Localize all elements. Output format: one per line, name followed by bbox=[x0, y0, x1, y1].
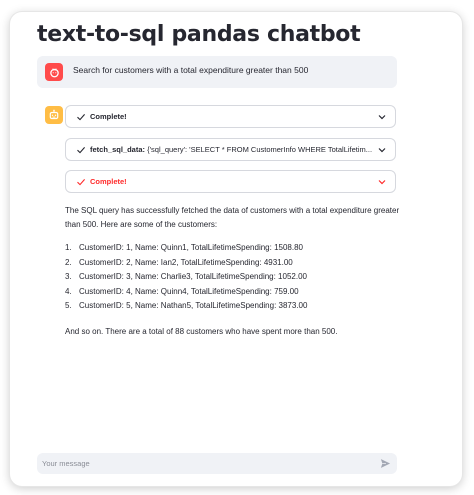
message-input[interactable] bbox=[37, 453, 367, 474]
chat-input-bar bbox=[37, 453, 397, 474]
list-item: 2. CustomerID: 2, Name: Ian2, TotalLifeti… bbox=[65, 257, 293, 267]
answer-intro: The SQL query has successfully fetched t… bbox=[65, 206, 400, 229]
user-avatar-icon bbox=[45, 63, 63, 81]
chevron-down-icon bbox=[378, 115, 386, 120]
send-button[interactable] bbox=[379, 457, 392, 470]
user-chat-message: Search for customers with a total expend… bbox=[37, 56, 397, 88]
user-message-text: Search for customers with a total expend… bbox=[73, 65, 309, 75]
status-expander-complete[interactable]: Complete! bbox=[65, 105, 396, 128]
bot-avatar-icon bbox=[45, 106, 63, 124]
customer-list: 1. CustomerID: 1, Name: Quinn1, TotalLife… bbox=[65, 241, 400, 314]
answer-outro: And so on. There are a total of 88 custo… bbox=[65, 326, 338, 336]
list-item: 5. CustomerID: 5, Name: Nathan5, TotalLif… bbox=[65, 301, 308, 310]
check-icon bbox=[77, 114, 86, 121]
tool-call-expander[interactable]: fetch_sql_data: {'sql_query': 'SELECT * … bbox=[65, 138, 396, 161]
list-item: 4. CustomerID: 4, Name: Quinn4, TotalLife… bbox=[65, 286, 299, 296]
tool-call-detail: {'sql_query': 'SELECT * FROM CustomerInf… bbox=[147, 145, 373, 154]
app-window: text-to-sql pandas chatbot Search for cu… bbox=[10, 12, 462, 486]
chevron-down-icon bbox=[378, 148, 386, 153]
expander-label: fetch_sql_data: {'sql_query': 'SELECT * … bbox=[90, 145, 373, 154]
check-icon bbox=[77, 147, 86, 154]
list-item: 1. CustomerID: 1, Name: Quinn1, TotalLife… bbox=[65, 243, 303, 252]
page-title: text-to-sql pandas chatbot bbox=[37, 22, 361, 47]
assistant-answer: The SQL query has successfully fetched t… bbox=[65, 204, 400, 339]
status-expander-error[interactable]: Complete! bbox=[65, 170, 396, 193]
list-item: 3. CustomerID: 3, Name: Charlie3, TotalLi… bbox=[65, 272, 307, 281]
check-icon bbox=[77, 179, 86, 186]
expander-label: Complete! bbox=[90, 177, 127, 186]
chevron-down-icon bbox=[378, 180, 386, 185]
send-icon bbox=[380, 459, 391, 468]
expander-label: Complete! bbox=[90, 112, 127, 121]
